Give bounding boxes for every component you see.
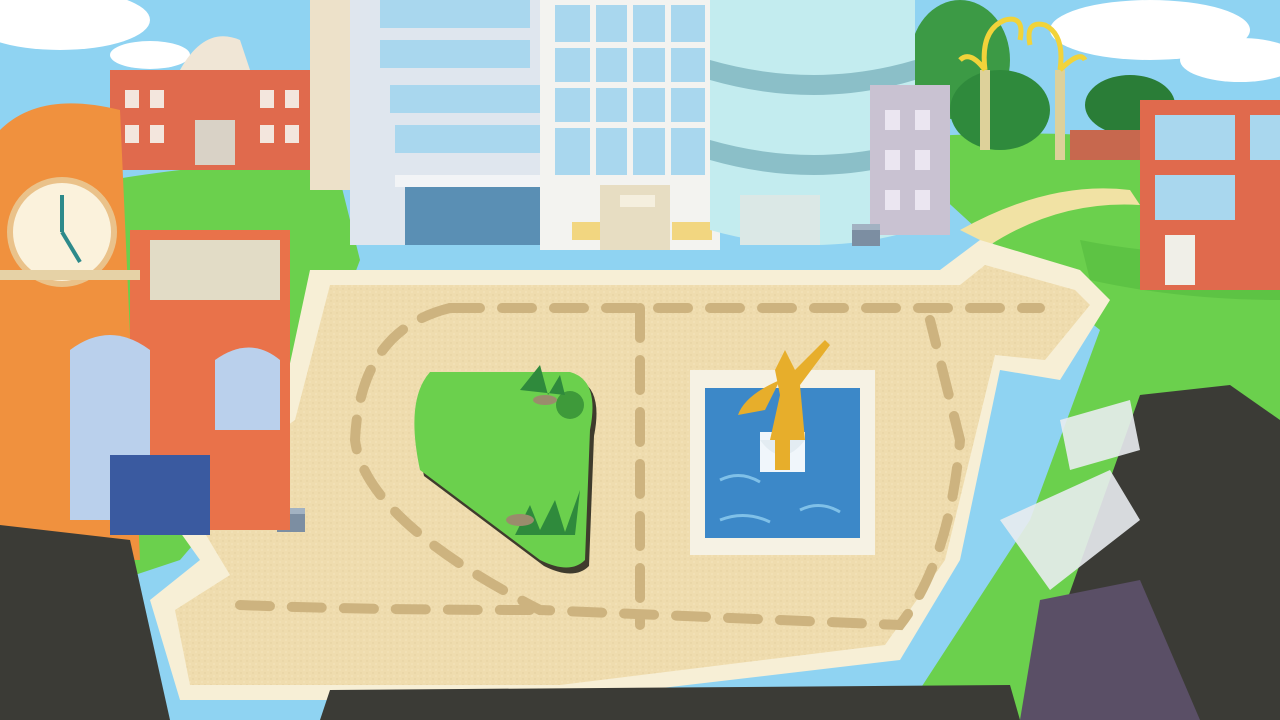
brick-apartment-right[interactable] <box>1140 100 1280 290</box>
fountain-statue[interactable] <box>690 340 875 555</box>
town-plaza-scene <box>0 0 1280 720</box>
office-tower-center[interactable] <box>540 0 720 250</box>
trash-bin-right[interactable] <box>852 224 880 246</box>
small-grey-building[interactable] <box>870 85 950 235</box>
